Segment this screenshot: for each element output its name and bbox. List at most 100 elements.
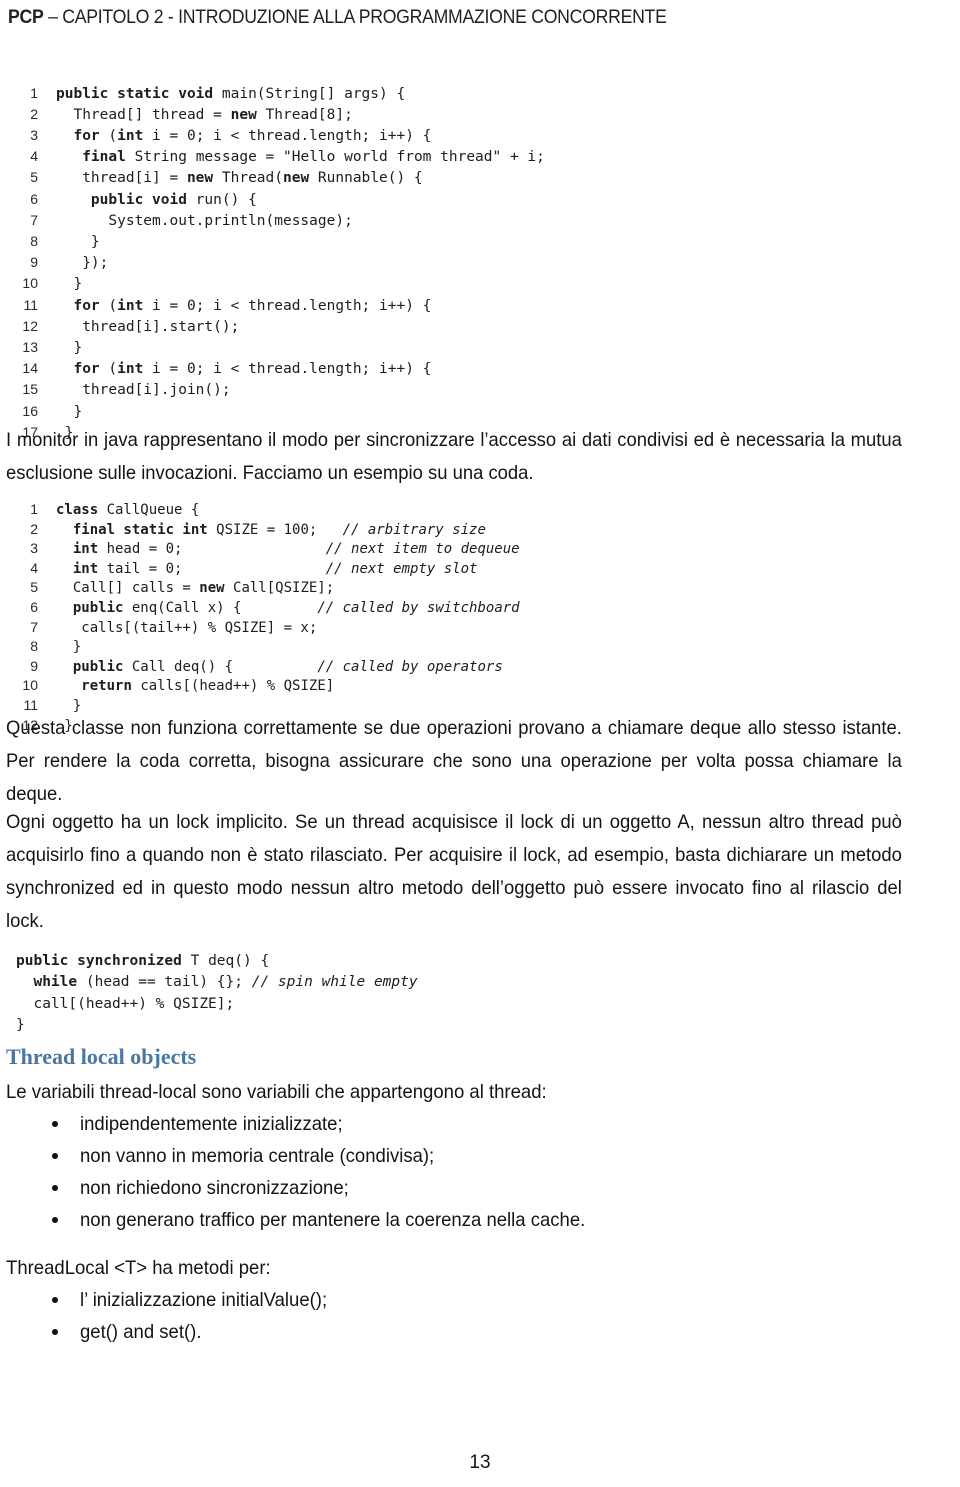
code-text: }); (56, 255, 109, 272)
list-item-label: get() and set(). (80, 1321, 202, 1343)
code-text: T deq() { (190, 952, 270, 969)
code-line: 3 for (int i = 0; i < thread.length; i++… (8, 125, 545, 146)
code-line-number: 16 (22, 402, 38, 419)
code-line: 1 class CallQueue { (8, 500, 520, 520)
code-text: String message = "Hello world from threa… (134, 149, 545, 166)
code-line: 14 for (int i = 0; i < thread.length; i+… (8, 358, 545, 379)
code-block-main-thread-example: 1 public static void main(String[] args) … (8, 82, 545, 443)
code-text: } (56, 403, 83, 420)
code-line-number: 1 (30, 84, 38, 101)
code-line-number: 6 (30, 598, 38, 615)
code-line-number: 2 (30, 520, 38, 537)
list-item: l’ inizializzazione initialValue(); (6, 1284, 946, 1316)
code-line: public synchronized T deq() { (16, 951, 418, 973)
list-item-label: non richiedono sincronizzazione; (80, 1177, 349, 1199)
code-comment: // spin while empty (251, 974, 418, 990)
code-line: 7 System.out.println(message); (8, 210, 545, 231)
list-item-label: l’ inizializzazione initialValue(); (80, 1289, 328, 1311)
code-line-number: 10 (22, 677, 38, 694)
code-line: 10 return calls[(head++) % QSIZE] (8, 676, 520, 696)
code-keyword: int (117, 127, 153, 144)
bullet-dot-icon (52, 1185, 58, 1191)
code-keyword: new (186, 170, 222, 187)
code-text: ( (108, 127, 118, 144)
list-item: indipendentemente inizializzate; (6, 1108, 946, 1140)
code-line-number: 3 (30, 540, 38, 557)
code-keyword: return (81, 678, 141, 695)
code-line-number: 4 (30, 148, 38, 165)
code-text: run() { (195, 191, 257, 208)
code-text: QSIZE = 100; (216, 521, 343, 538)
code-text: calls[(tail++) % QSIZE] = x; (56, 619, 318, 636)
bullet-dot-icon (52, 1153, 58, 1159)
code-comment: // called by operators (317, 658, 503, 675)
paragraph-implicit-lock: Ogni oggetto ha un lock implicito. Se un… (6, 811, 902, 932)
code-text: System.out.println(message); (56, 212, 353, 229)
code-keyword: for (73, 297, 109, 314)
code-line-number: 11 (23, 296, 38, 313)
code-text: thread[i] = (56, 170, 187, 187)
code-text: (head == tail) {}; (85, 974, 252, 990)
code-line: 5 thread[i] = new Thread(new Runnable() … (8, 167, 545, 188)
code-text: Runnable() { (317, 170, 423, 187)
list-item-label: non generano traffico per mantenere la c… (80, 1209, 586, 1231)
code-text: ( (108, 297, 118, 314)
list-item-label: non vanno in memoria centrale (condivisa… (80, 1145, 435, 1167)
bullet-dot-icon (52, 1121, 58, 1127)
code-line: 7 calls[(tail++) % QSIZE] = x; (8, 618, 520, 638)
code-block-callqueue-class: 1 class CallQueue {2 final static int QSI… (8, 500, 520, 736)
code-line-number: 3 (30, 126, 38, 143)
code-line-number: 13 (22, 338, 38, 355)
code-line-number: 7 (30, 211, 38, 228)
running-header: PCP – CAPITOLO 2 - INTRODUZIONE ALLA PRO… (8, 6, 886, 30)
code-text: Call deq() { (131, 658, 318, 675)
code-keyword: public static void (56, 85, 222, 102)
code-line-number: 2 (30, 105, 38, 122)
code-keyword: int (117, 297, 153, 314)
code-line: 9 public Call deq() { // called by opera… (8, 657, 520, 677)
code-line: 13 } (8, 337, 545, 358)
code-keyword: new (282, 170, 318, 187)
code-text: enq(Call x) { (131, 599, 318, 616)
bullet-list-threadlocal-methods: l’ inizializzazione initialValue(); get()… (6, 1284, 946, 1348)
code-keyword: int (72, 541, 107, 558)
code-line: 16 } (8, 401, 545, 422)
code-keyword: class (56, 502, 107, 518)
code-line-number: 12 (22, 317, 38, 334)
code-text: tail = 0; (106, 560, 326, 577)
code-line: 6 public void run() { (8, 189, 545, 210)
code-text: } (56, 639, 82, 656)
list-item-label: indipendentemente inizializzate; (80, 1113, 343, 1135)
code-text: thread[i].start(); (56, 318, 240, 335)
code-line: 2 final static int QSIZE = 100; // arbit… (8, 520, 520, 540)
code-keyword: public (72, 599, 132, 616)
document-page: PCP – CAPITOLO 2 - INTRODUZIONE ALLA PRO… (0, 0, 960, 1487)
running-header-title: – CAPITOLO 2 - INTRODUZIONE ALLA PROGRAM… (43, 7, 667, 28)
code-keyword: new (230, 106, 266, 123)
code-keyword: final (82, 149, 135, 166)
code-keyword: public void (90, 191, 196, 208)
code-keyword: int (72, 560, 107, 577)
code-text: Thread[] thread = (56, 106, 231, 123)
code-line: while (head == tail) {}; // spin while e… (16, 972, 418, 994)
code-line: 2 Thread[] thread = new Thread[8]; (8, 104, 545, 125)
code-line-number: 15 (22, 381, 38, 398)
list-item: non generano traffico per mantenere la c… (6, 1204, 946, 1236)
code-keyword: final static int (72, 521, 217, 538)
bullet-dot-icon (52, 1217, 58, 1223)
bullet-dot-icon (52, 1297, 58, 1303)
code-comment: // called by switchboard (317, 599, 520, 616)
code-keyword: int (117, 361, 153, 378)
code-line: 9 }); (8, 252, 545, 273)
bullet-dot-icon (52, 1329, 58, 1335)
code-line-number: 5 (30, 579, 38, 596)
section-heading-thread-local-objects: Thread local objects (6, 1044, 197, 1069)
code-line: 3 int head = 0; // next item to dequeue (8, 539, 519, 559)
